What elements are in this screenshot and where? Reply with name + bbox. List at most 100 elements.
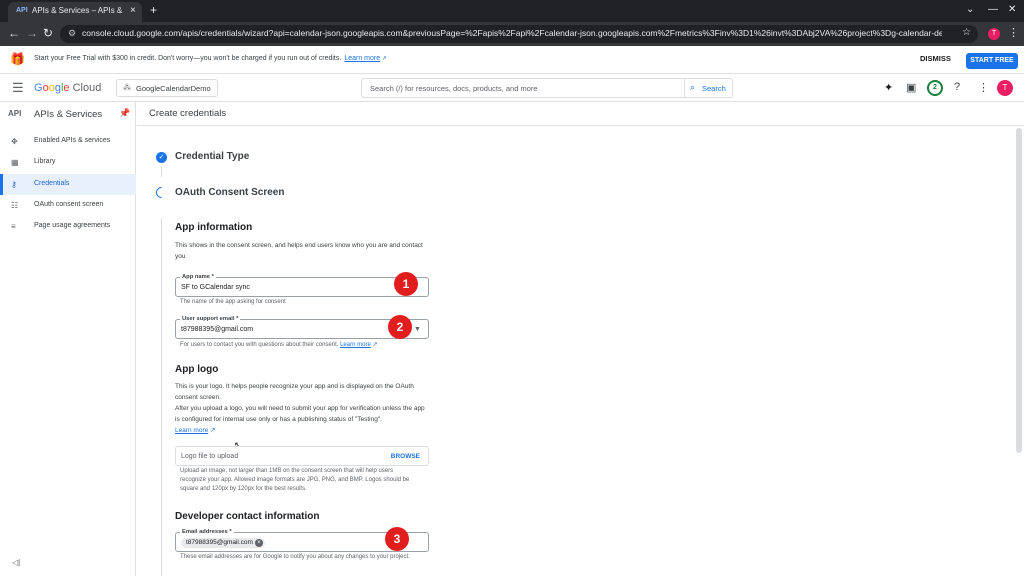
sidebar-item-oauth-consent[interactable]: ☷ OAuth consent screen <box>0 195 136 216</box>
back-icon[interactable]: ← <box>8 26 20 40</box>
page-title: Create credentials <box>149 108 227 119</box>
app-logo-description-2: After you upload a logo, you will need t… <box>175 405 425 423</box>
library-icon: ▦ <box>11 158 19 167</box>
search-button-label: Search <box>702 84 726 93</box>
collapse-sidebar-icon[interactable]: ◁| <box>12 558 20 567</box>
pin-icon[interactable]: 📌 <box>119 108 130 119</box>
step-credential-type[interactable]: Credential Type <box>175 151 249 162</box>
app-name-value: SF to GCalendar sync <box>181 284 250 291</box>
step-connector <box>161 167 162 177</box>
sidebar-item-label: OAuth consent screen <box>34 201 104 208</box>
bookmark-star-icon[interactable]: ☆ <box>962 27 971 38</box>
email-chip[interactable]: t87988395@gmail.com × <box>181 538 265 548</box>
banner-text: Start your Free Trial with $300 in credi… <box>34 55 387 62</box>
developer-email-label: Email addresses * <box>180 529 234 535</box>
developer-contact-title: Developer contact information <box>175 511 320 522</box>
settings-menu-icon[interactable]: ⋮ <box>978 81 989 94</box>
chevron-down-icon[interactable]: ▼ <box>414 326 421 333</box>
start-free-button[interactable]: START FREE <box>966 53 1018 69</box>
address-bar: ← → ↻ ⚙ console.cloud.google.com/apis/cr… <box>0 22 1024 46</box>
check-icon: ✓ <box>156 152 167 163</box>
step-oauth-consent[interactable]: OAuth Consent Screen <box>175 187 284 198</box>
sidebar-item-label: Library <box>34 158 56 165</box>
notifications-badge[interactable]: 2 <box>927 80 943 96</box>
app-logo-learn-more-link[interactable]: Learn more <box>175 427 208 434</box>
main-header: Create credentials <box>137 102 1024 126</box>
app-logo-description-1: This is your logo. It helps people recog… <box>175 383 414 401</box>
progress-spinner-icon <box>153 184 170 201</box>
site-info-icon[interactable]: ⚙ <box>68 28 76 39</box>
search-placeholder: Search (/) for resources, docs, products… <box>370 84 538 93</box>
sidebar-item-credentials[interactable]: ⚷ Credentials <box>0 174 136 195</box>
sidebar: API APIs & Services 📌 ✥ Enabled APIs & s… <box>0 102 136 576</box>
app-logo-title: App logo <box>175 364 219 375</box>
sidebar-title: APIs & Services <box>34 109 103 120</box>
support-email-helper: For users to contact you with questions … <box>180 342 378 348</box>
search-input[interactable]: Search (/) for resources, docs, products… <box>361 78 685 98</box>
support-email-label: User support email * <box>180 316 241 322</box>
browser-tab-bar: API APIs & Services – APIs & Services × … <box>0 0 1024 22</box>
app-logo-learn-more: Learn more ↗ <box>175 425 216 436</box>
enabled-apis-icon: ✥ <box>11 137 18 146</box>
free-trial-banner: 🎁 Start your Free Trial with $300 in cre… <box>0 46 1024 74</box>
browser-profile-avatar[interactable]: T <box>988 28 1000 40</box>
url-field[interactable]: ⚙ console.cloud.google.com/apis/credenti… <box>60 25 978 43</box>
chip-remove-icon[interactable]: × <box>254 539 263 547</box>
sidebar-item-library[interactable]: ▦ Library <box>0 152 136 173</box>
annotation-badge-2: 2 <box>388 315 412 339</box>
url-text: console.cloud.google.com/apis/credential… <box>82 28 942 38</box>
scrollbar[interactable] <box>1016 128 1022 453</box>
app-information-description: This shows in the consent screen, and he… <box>175 242 423 260</box>
logo-upload-field[interactable]: Logo file to upload BROWSE <box>175 446 429 466</box>
gift-icon: 🎁 <box>10 52 25 66</box>
consent-icon: ☷ <box>11 201 19 210</box>
avatar[interactable]: T <box>997 80 1013 96</box>
project-icon: ⁂ <box>123 83 131 92</box>
sidebar-header: API APIs & Services 📌 <box>0 102 136 126</box>
cloud-shell-icon[interactable]: ▣ <box>906 81 916 94</box>
sidebar-item-page-usage[interactable]: ≡ Page usage agreements <box>0 216 136 237</box>
sidebar-item-label: Page usage agreements <box>34 222 111 229</box>
external-link-icon: ↗ <box>208 427 216 434</box>
key-icon: ⚷ <box>11 180 17 189</box>
reload-icon[interactable]: ↻ <box>43 26 53 40</box>
browser-menu-icon[interactable]: ⋮ <box>1008 26 1019 39</box>
search-button[interactable]: ⌕ Search <box>684 78 733 98</box>
google-cloud-logo[interactable]: Google Cloud <box>34 82 101 94</box>
tab-search-icon[interactable]: ⌄ <box>966 4 974 15</box>
annotation-badge-1: 1 <box>394 272 418 296</box>
help-icon[interactable]: ? <box>954 81 960 93</box>
sidebar-item-label: Enabled APIs & services <box>34 137 111 144</box>
forward-icon[interactable]: → <box>26 26 38 40</box>
gemini-sparkle-icon[interactable]: ✦ <box>884 81 893 94</box>
new-tab-icon[interactable]: + <box>150 3 157 17</box>
close-window-icon[interactable]: ✕ <box>1008 4 1016 15</box>
app-information-title: App information <box>175 222 253 233</box>
developer-email-helper: These email addresses are for Google to … <box>180 554 410 560</box>
project-name: GoogleCalendarDemo <box>136 84 211 93</box>
tab-close-icon[interactable]: × <box>130 5 136 16</box>
step-connector <box>161 218 162 576</box>
banner-learn-more-link[interactable]: Learn more <box>344 55 380 62</box>
support-email-value: t87988395@gmail.com <box>181 326 254 333</box>
sidebar-item-label: Credentials <box>34 180 70 187</box>
search-icon: ⌕ <box>690 82 696 92</box>
sidebar-item-enabled-apis[interactable]: ✥ Enabled APIs & services <box>0 131 136 152</box>
logo-upload-placeholder: Logo file to upload <box>181 453 239 460</box>
api-favicon-icon: API <box>16 7 28 14</box>
browser-tab[interactable]: API APIs & Services – APIs & Services × <box>8 2 142 22</box>
project-picker-button[interactable]: ⁂ GoogleCalendarDemo <box>116 79 218 97</box>
browse-button[interactable]: BROWSE <box>391 453 420 460</box>
support-email-learn-more-link[interactable]: Learn more <box>340 342 371 348</box>
api-icon: API <box>8 109 22 118</box>
dismiss-button[interactable]: DISMISS <box>920 54 951 63</box>
external-link-icon: ↗ <box>370 342 378 348</box>
tab-title: APIs & Services – APIs & Services <box>32 6 124 15</box>
annotation-badge-3: 3 <box>385 527 409 551</box>
minimize-icon[interactable]: — <box>988 4 998 15</box>
app-name-helper: The name of the app asking for consent <box>180 299 286 305</box>
logo-upload-helper: Upload an image, not larger than 1MB on … <box>180 468 410 492</box>
agreements-icon: ≡ <box>11 222 16 231</box>
app-name-field[interactable]: App name * SF to GCalendar sync <box>175 274 429 297</box>
hamburger-menu-icon[interactable]: ☰ <box>12 80 24 96</box>
